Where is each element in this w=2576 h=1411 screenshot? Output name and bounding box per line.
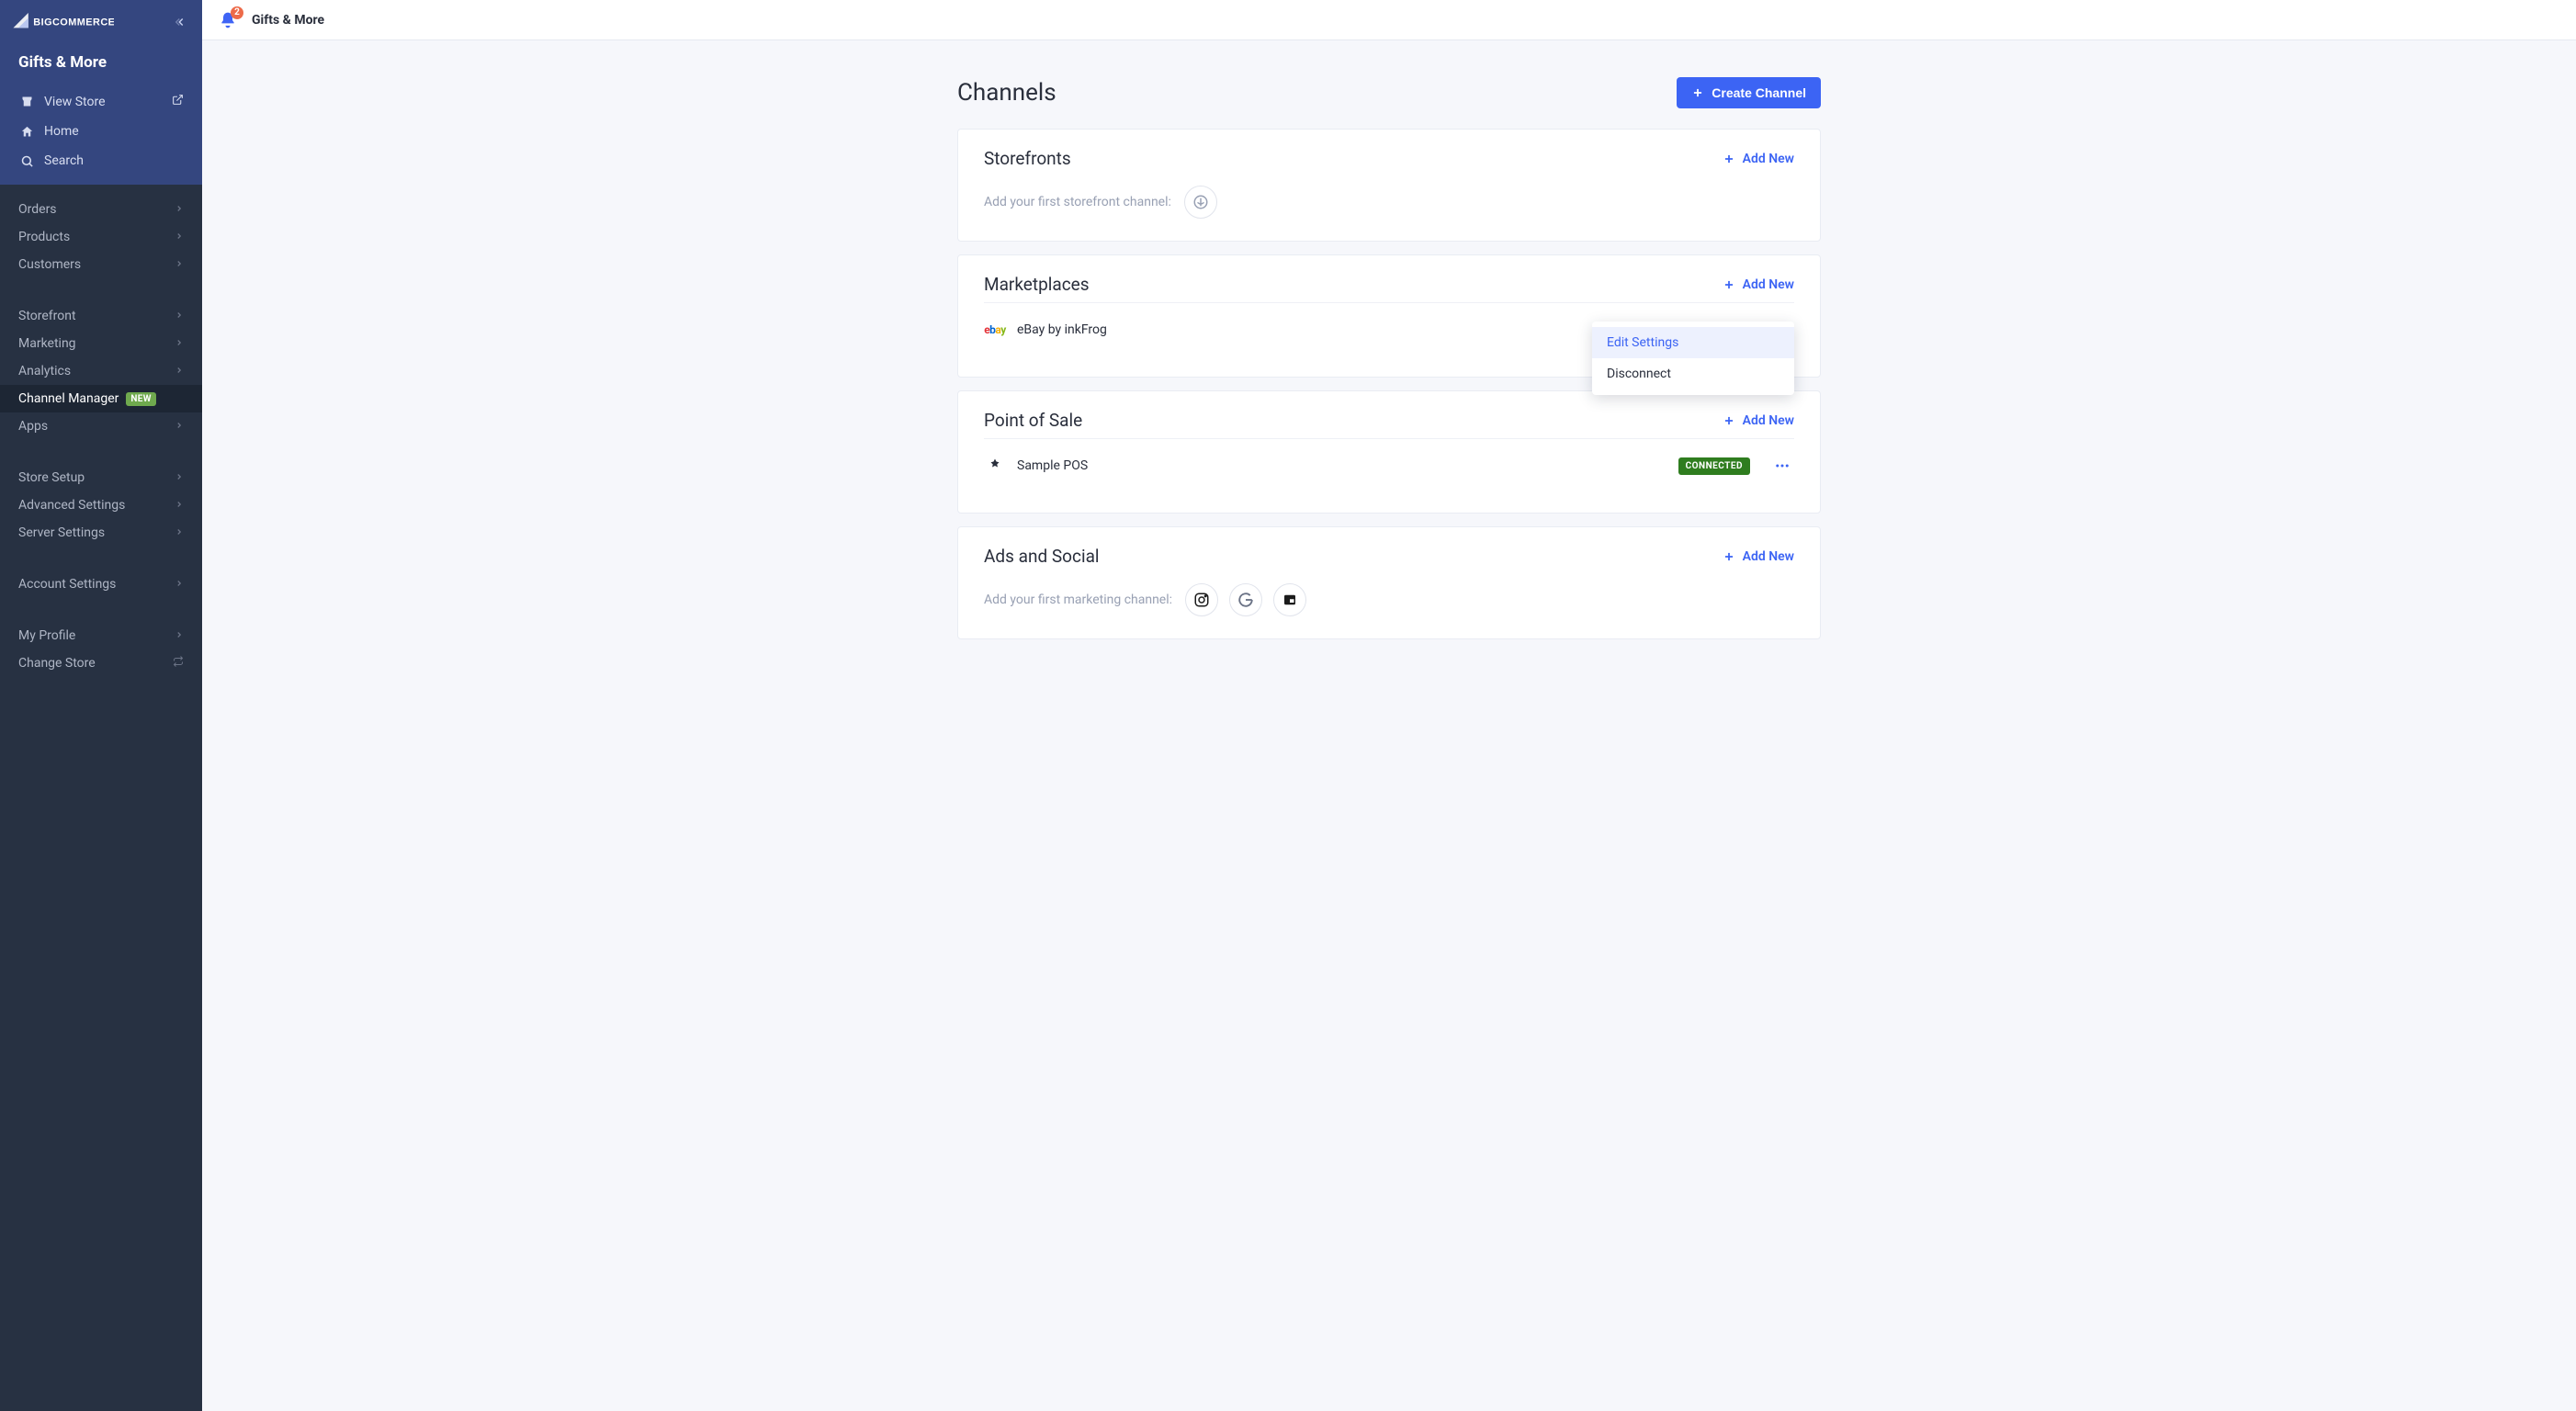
external-link-icon [172,94,184,109]
home-label: Home [44,124,79,139]
search-icon [18,154,35,168]
plus-icon [1723,414,1735,427]
pos-title: Point of Sale [984,410,1082,431]
nav-storefront[interactable]: Storefront [0,302,202,330]
plus-icon [1723,278,1735,291]
chevron-right-icon [175,470,184,485]
storefronts-card: Storefronts Add New Add your first store… [957,129,1821,242]
breadcrumb: Gifts & More [252,13,324,28]
ads-empty-text: Add your first marketing channel: [984,593,1172,607]
sidebar-link-view-store[interactable]: View Store [0,86,202,117]
store-name: Gifts & More [0,40,202,86]
chevron-right-icon [175,309,184,323]
notification-count: 2 [231,6,243,19]
chevron-right-icon [175,419,184,434]
nav-marketing[interactable]: Marketing [0,330,202,357]
nav-my-profile[interactable]: My Profile [0,622,202,649]
nav-customers[interactable]: Customers [0,251,202,278]
marketplaces-add-new[interactable]: Add New [1723,277,1794,292]
nav-orders[interactable]: Orders [0,196,202,223]
brand-text: BIGCOMMERCE [33,17,114,28]
storefront-suggestion-icon[interactable] [1184,186,1217,219]
home-icon [18,125,35,139]
sidebar-link-home[interactable]: Home [0,117,202,146]
marketplaces-title: Marketplaces [984,274,1090,295]
google-icon[interactable] [1229,583,1262,616]
nav-products[interactable]: Products [0,223,202,251]
chevron-right-icon [175,498,184,513]
chevron-right-icon [175,577,184,592]
ebay-icon: ebay [984,322,1006,338]
pos-card: Point of Sale Add New Sample POS CONNECT… [957,390,1821,514]
storefronts-add-new[interactable]: Add New [1723,152,1794,166]
chevron-right-icon [175,257,184,272]
chevron-right-icon [175,202,184,217]
ads-title: Ads and Social [984,546,1100,567]
ads-add-new[interactable]: Add New [1723,549,1794,564]
nav-store-setup[interactable]: Store Setup [0,464,202,491]
brand-logo: BIGCOMMERCE [13,13,114,31]
ads-social-card: Ads and Social Add New Add your first ma… [957,526,1821,639]
sidebar-header: BIGCOMMERCE Gifts & More View Store [0,0,202,185]
plus-icon [1691,86,1704,99]
channel-name: eBay by inkFrog [1017,322,1678,337]
search-label: Search [44,153,84,168]
nav-apps[interactable]: Apps [0,412,202,440]
sidebar-nav: Orders Products Customers Storefront [0,185,202,1411]
nav-account-settings[interactable]: Account Settings [0,570,202,598]
nav-server-settings[interactable]: Server Settings [0,519,202,547]
menu-edit-settings[interactable]: Edit Settings [1592,327,1794,358]
channel-actions-menu: Edit Settings Disconnect [1592,322,1794,395]
page-title: Channels [957,79,1056,107]
store-icon [18,95,35,108]
channel-more-button[interactable] [1770,454,1794,478]
marketplaces-card: Marketplaces Add New ebay eBay by inkFro… [957,254,1821,378]
new-badge: NEW [126,392,155,406]
channel-name: Sample POS [1017,458,1678,473]
pos-icon [984,457,1006,474]
chevron-right-icon [175,525,184,540]
view-store-label: View Store [44,95,106,109]
notifications-button[interactable]: 2 [219,11,237,29]
storefronts-title: Storefronts [984,148,1071,169]
nav-channel-manager[interactable]: Channel Manager NEW [0,385,202,412]
card-icon[interactable] [1273,583,1306,616]
chevron-right-icon [175,336,184,351]
instagram-icon[interactable] [1185,583,1218,616]
plus-icon [1723,152,1735,165]
chevron-right-icon [175,230,184,244]
chevron-right-icon [175,364,184,378]
plus-icon [1723,550,1735,563]
swap-icon [173,656,184,671]
sidebar-link-search[interactable]: Search [0,146,202,175]
chevron-right-icon [175,628,184,643]
status-badge: CONNECTED [1678,457,1750,475]
top-bar: 2 Gifts & More [202,0,2576,40]
nav-change-store[interactable]: Change Store [0,649,202,677]
sidebar-collapse-button[interactable] [175,16,187,28]
menu-disconnect[interactable]: Disconnect [1592,358,1794,389]
pos-add-new[interactable]: Add New [1723,413,1794,428]
nav-advanced-settings[interactable]: Advanced Settings [0,491,202,519]
nav-analytics[interactable]: Analytics [0,357,202,385]
sidebar: BIGCOMMERCE Gifts & More View Store [0,0,202,1411]
create-channel-button[interactable]: Create Channel [1677,77,1821,108]
storefronts-empty-text: Add your first storefront channel: [984,195,1171,209]
channel-row-sample-pos: Sample POS CONNECTED [984,438,1794,492]
